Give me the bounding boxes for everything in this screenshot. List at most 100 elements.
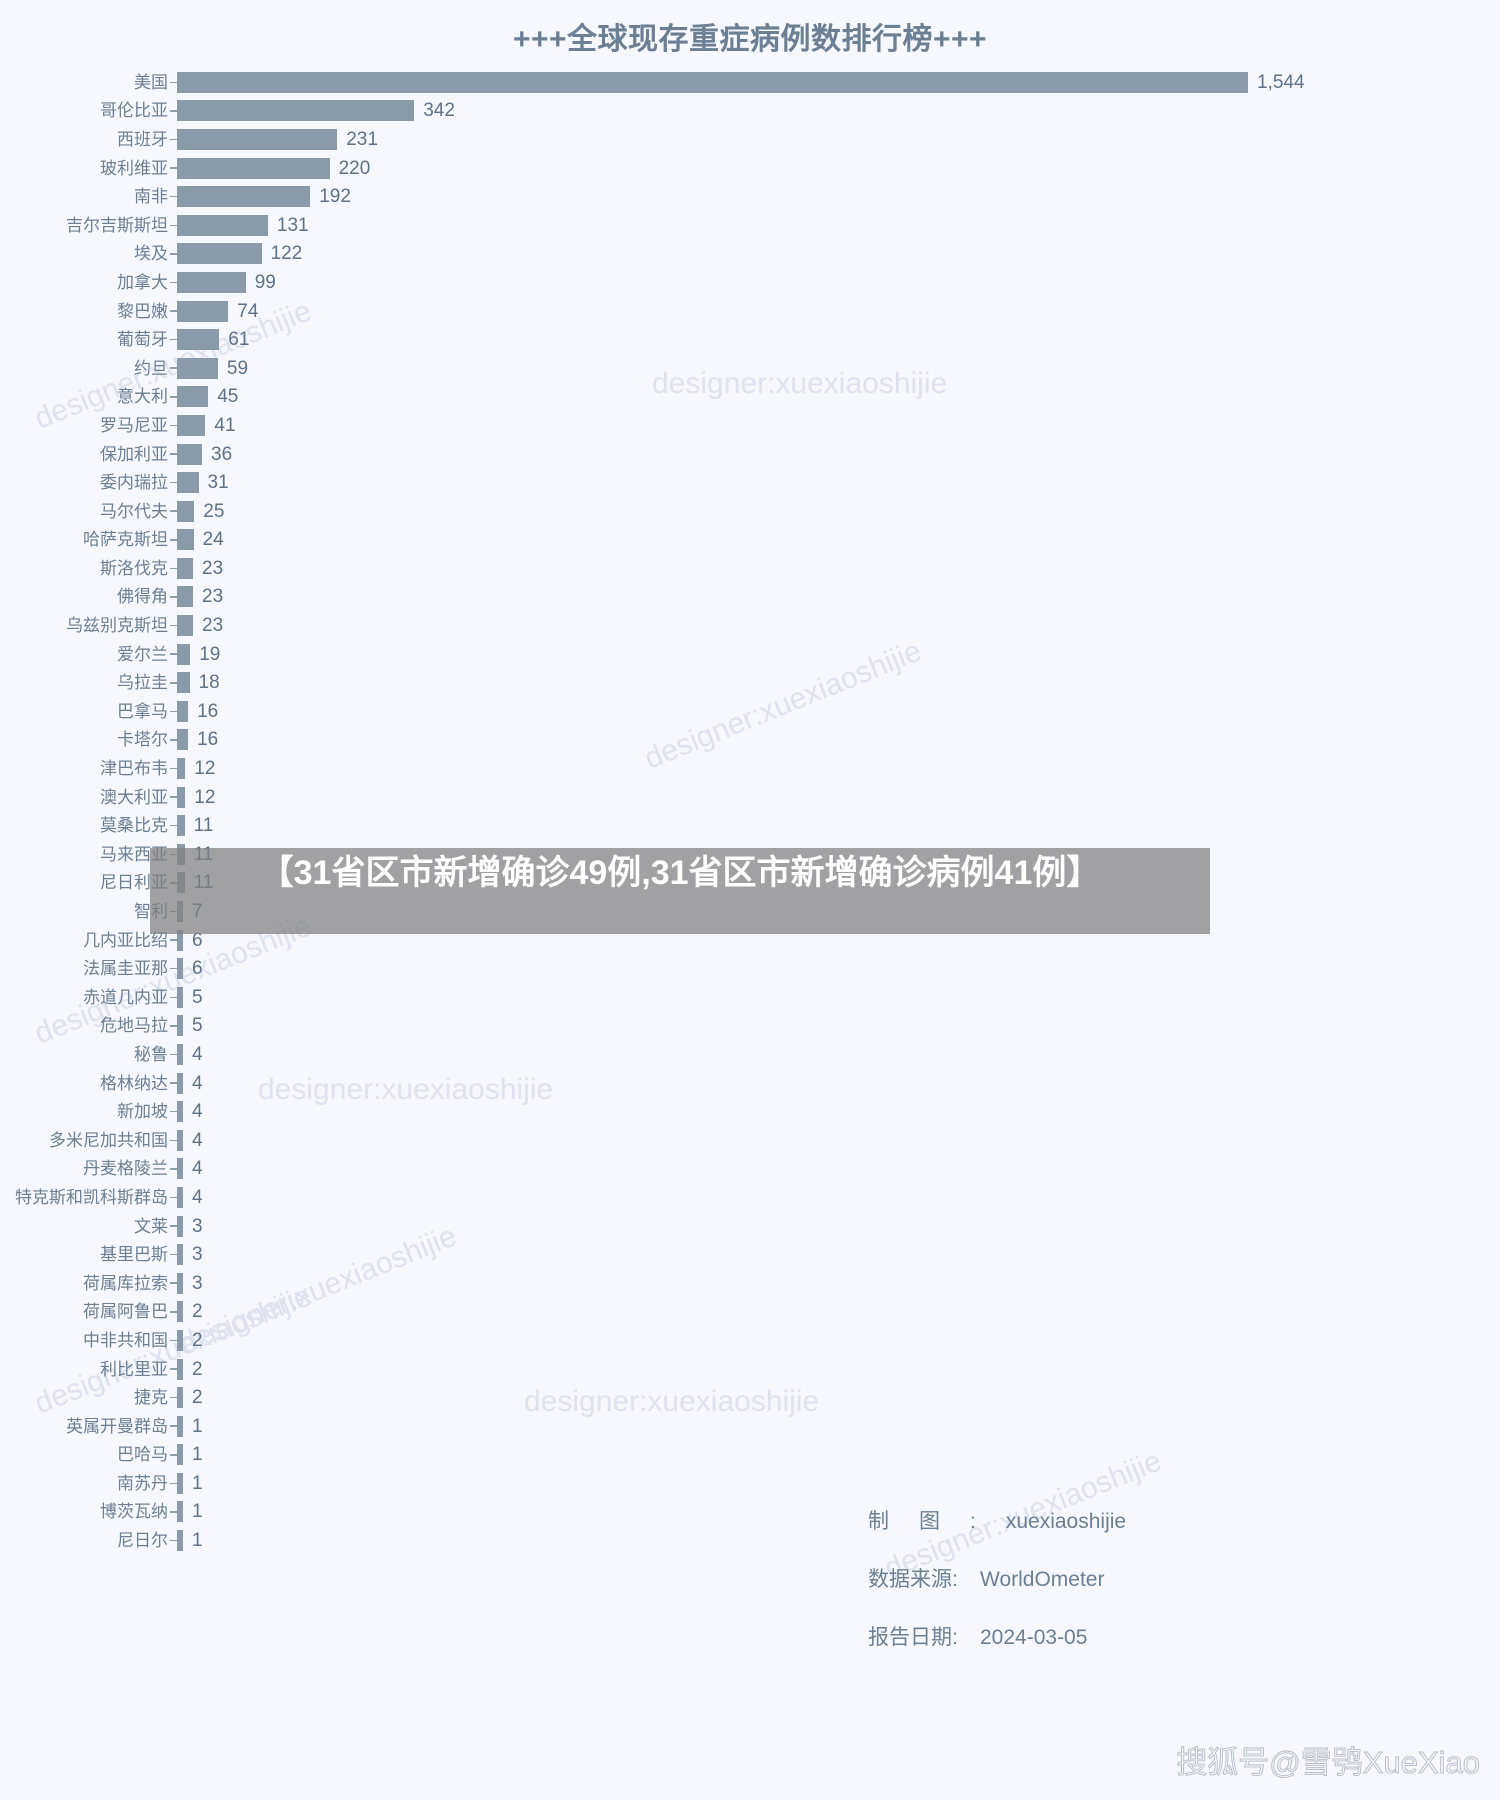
bar-category-label: 几内亚比绍: [83, 930, 168, 950]
bar-category-label: 约旦: [134, 358, 168, 378]
bar-category-label: 赤道几内亚: [83, 987, 168, 1007]
meta-row-source: 数据来源: WorldOmeter: [868, 1563, 1126, 1593]
bar: [177, 986, 183, 1008]
axis-tick: [170, 195, 177, 198]
bar: [177, 1186, 183, 1208]
bar-value-label: 1: [192, 1530, 203, 1552]
axis-tick: [170, 1339, 177, 1342]
axis-tick: [170, 1454, 177, 1456]
bar-category-label: 格林纳达: [100, 1073, 168, 1093]
axis-tick: [170, 1282, 177, 1284]
axis-tick: [170, 624, 177, 627]
bar-row: 爱尔兰 19: [0, 640, 1500, 669]
bar: [177, 243, 262, 265]
axis-tick: [170, 596, 177, 598]
bar-category-label: 罗马尼亚: [100, 415, 168, 435]
bar-category-label: 莫桑比克: [100, 816, 168, 836]
bar: [177, 700, 189, 722]
bar-value-label: 342: [423, 100, 455, 122]
bar: [177, 1444, 183, 1466]
axis-tick: [170, 767, 177, 770]
bar-wrapper: 231: [177, 125, 1500, 154]
bar-wrapper: 5: [177, 983, 1500, 1012]
bar: [177, 186, 311, 208]
bar-wrapper: 4: [177, 1126, 1500, 1155]
bar-row: 尼日尔 1: [0, 1526, 1500, 1555]
bar-wrapper: 16: [177, 726, 1500, 755]
bar: [177, 1387, 183, 1409]
bar-category-label: 哈萨克斯坦: [83, 530, 168, 550]
bar: [177, 615, 193, 637]
bar: [177, 500, 195, 522]
axis-tick: [170, 138, 177, 141]
axis-tick: [170, 653, 177, 655]
bar-wrapper: 1: [177, 1412, 1500, 1441]
bar-wrapper: 2: [177, 1326, 1500, 1355]
axis-tick: [170, 1539, 177, 1542]
meta-value-source: WorldOmeter: [980, 1568, 1105, 1591]
axis-tick: [170, 824, 177, 827]
bar-value-label: 16: [197, 729, 219, 751]
axis-tick: [170, 1425, 177, 1427]
bar-value-label: 2: [192, 1329, 203, 1351]
bar-wrapper: 4: [177, 1040, 1500, 1069]
bar: [177, 958, 183, 980]
bar-wrapper: 4: [177, 1183, 1500, 1212]
bar: [177, 214, 268, 236]
page-title: +++全球现存重症病例数排行榜+++: [512, 23, 988, 56]
bar-row: 利比里亚 2: [0, 1355, 1500, 1384]
bar-value-label: 3: [192, 1272, 203, 1294]
bar-value-label: 1: [192, 1472, 203, 1494]
bar-row: 西班牙 231: [0, 125, 1500, 154]
bar-category-label: 马来西亚: [100, 844, 168, 864]
bar-row: 马尔代夫 25: [0, 497, 1500, 526]
bar-wrapper: 23: [177, 583, 1500, 612]
bar-value-label: 220: [338, 157, 371, 179]
bar-wrapper: 192: [177, 182, 1500, 211]
axis-tick: [170, 1253, 177, 1256]
bar: [177, 443, 202, 465]
bar: [177, 643, 191, 665]
bar-row: 赤道几内亚 5: [0, 983, 1500, 1012]
bar: [177, 386, 209, 408]
bar-row: 多米尼加共和国 4: [0, 1126, 1500, 1155]
axis-tick: [170, 967, 177, 970]
axis-tick: [170, 796, 177, 798]
bar-row: 罗马尼亚 41: [0, 411, 1500, 440]
meta-label-source: 数据来源:: [868, 1568, 958, 1591]
bar-value-label: 74: [237, 300, 259, 322]
bar-value-label: 1,544: [1257, 71, 1305, 93]
bar-row: 秘鲁 4: [0, 1040, 1500, 1069]
axis-tick: [170, 1139, 177, 1142]
axis-tick: [170, 1311, 177, 1313]
bar-row: 博茨瓦纳 1: [0, 1498, 1500, 1527]
bar: [177, 271, 246, 293]
bar-category-label: 特克斯和凯科斯群岛: [15, 1187, 168, 1207]
bar-category-label: 乌拉圭: [117, 673, 168, 693]
bar-category-label: 埃及: [134, 244, 168, 264]
bar: [177, 1129, 183, 1151]
bar-category-label: 保加利亚: [100, 444, 168, 464]
bar: [177, 1415, 183, 1437]
bar-category-label: 巴拿马: [117, 701, 168, 721]
bar-category-label: 澳大利亚: [100, 787, 168, 807]
bar-category-label: 卡塔尔: [117, 730, 168, 750]
bar-wrapper: 4: [177, 1155, 1500, 1184]
bar-row: 南非 192: [0, 182, 1500, 211]
axis-tick: [170, 424, 177, 427]
bar-row: 玻利维亚 220: [0, 154, 1500, 183]
bar-row: 乌兹别克斯坦 23: [0, 611, 1500, 640]
axis-tick: [170, 1082, 177, 1084]
bar-wrapper: 11: [177, 811, 1500, 840]
bar-row: 危地马拉 5: [0, 1012, 1500, 1041]
bar-value-label: 3: [192, 1244, 203, 1266]
bar-value-label: 12: [194, 786, 216, 808]
bar-value-label: 1: [192, 1501, 203, 1523]
bar-value-label: 4: [192, 1043, 203, 1065]
bar: [177, 1472, 183, 1494]
chart-meta: 制图: xuexiaoshijie 数据来源: WorldOmeter 报告日期…: [868, 1505, 1126, 1679]
bar-value-label: 23: [202, 586, 224, 608]
axis-tick: [170, 1053, 177, 1056]
bar-row: 黎巴嫩 74: [0, 297, 1500, 326]
bar-category-label: 吉尔吉斯斯坦: [66, 215, 168, 235]
